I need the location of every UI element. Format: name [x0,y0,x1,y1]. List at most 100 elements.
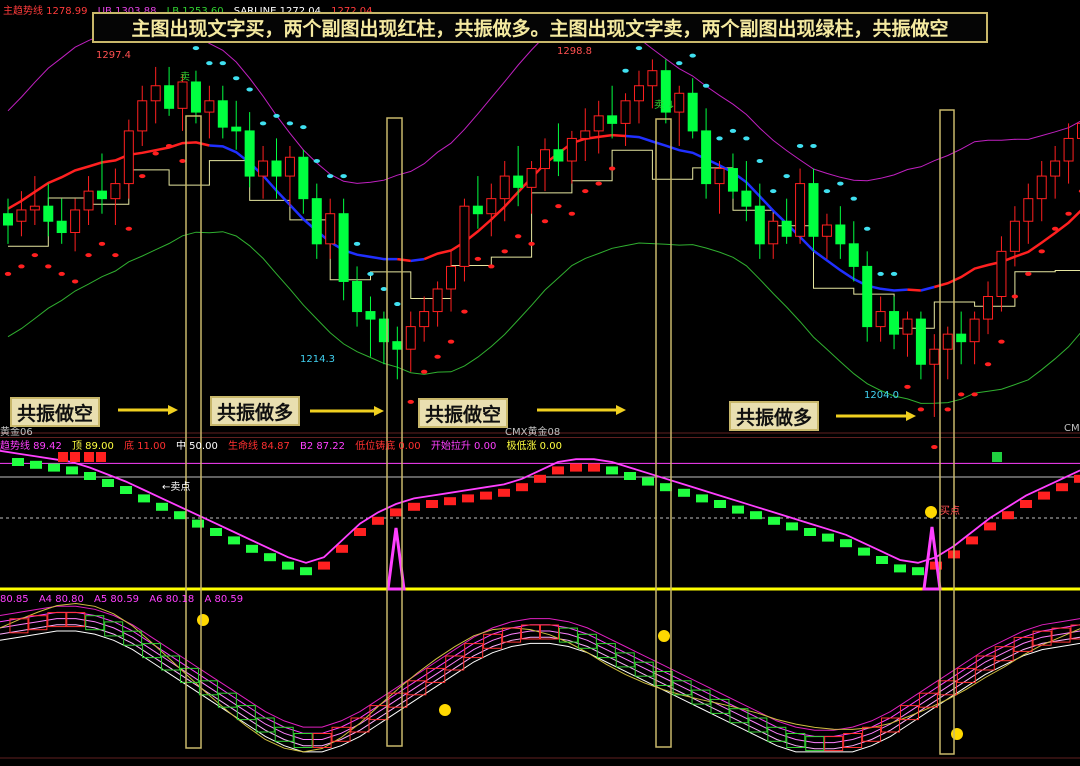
sub1-header-item-7: 开始拉升 0.00 [431,441,496,452]
candle-down [608,116,617,124]
sar-dot [810,144,816,148]
sub1-bar-down [642,478,654,486]
candle-up [460,206,469,266]
candle-up [1024,199,1033,222]
price-label-high2: 1298.8 [557,46,592,57]
sar-dot [515,234,521,238]
candle-down [863,266,872,326]
sub1-bar-up [984,522,996,530]
candle-up [71,210,80,233]
sub2-header-item-2: A5 80.59 [94,594,139,605]
sub1-bar-down [102,479,114,487]
candle-up [527,169,536,188]
sub1-bar-down [282,562,294,570]
smiley-icon-3 [951,728,963,740]
signal-arrowhead-1 [374,406,384,416]
sub1-bar-down [228,536,240,544]
signal-tag-short-2: 共振做空 [418,398,508,428]
signal-arrowhead-0 [168,405,178,415]
sar-dot [1012,295,1018,299]
sub1-bar-up [336,545,348,553]
candle-down [165,86,174,109]
candle-down [97,191,106,199]
sub2-header: 80.85 A4 80.80 A5 80.59 A6 80.18 A 80.59 [0,594,250,605]
candle-up [406,327,415,350]
price-label-low2: 1204.0 [864,390,899,401]
sub1-bar-down [732,506,744,514]
sar-dot [18,264,24,268]
sar-dot [837,182,843,186]
sar-dot [676,61,682,65]
sub1-bar-down [156,503,168,511]
sub1-bar-down [192,520,204,528]
sar-dot [314,159,320,163]
sar-dot [408,400,414,404]
sar-dot [569,212,575,216]
sub1-bar-up [1020,500,1032,508]
candle-down [809,184,818,237]
contract-label-right: CMX [1064,423,1080,434]
candle-up [567,138,576,161]
sar-dot [85,253,91,257]
sub1-bar-up [498,489,510,497]
sub2-header-item-0: 80.85 [0,594,29,605]
signal-tag-long-2: 共振做多 [729,401,819,431]
candle-down [514,176,523,187]
sar-dot [475,257,481,261]
sub1-header-item-3: 中 50.00 [176,441,218,452]
candle-down [473,206,482,214]
sar-dot [716,136,722,140]
contract-label-mid: CMX黄金08 [505,423,560,438]
candle-up [30,206,39,210]
signal-highlight-frame-1 [387,118,402,746]
sar-dot [851,197,857,201]
sar-dot [72,279,78,283]
sar-dot [354,242,360,246]
sub1-header-item-5: B2 87.22 [300,441,345,452]
sub1-bar-up [426,500,438,508]
trend-line-segment [908,290,921,291]
signal-arrowhead-3 [906,411,916,421]
trend-line-segment [934,210,1080,288]
sub1-bar-up [480,492,492,500]
candle-down [890,312,899,335]
sub1-bar-down [30,461,42,469]
candle-up [326,214,335,244]
sub1-header-item-6: 低位铸底 0.00 [355,441,420,452]
sub1-bar-down [606,466,618,474]
sar-dot [555,204,561,208]
candle-up [84,191,93,210]
sub1-bar-down [822,534,834,542]
sar-dot [166,144,172,148]
sub1-top-block [84,452,94,462]
candle-up [420,312,429,327]
sub1-bar-down [858,548,870,556]
candle-up [997,251,1006,296]
sub2-header-item-3: A6 80.18 [149,594,194,605]
sar-dot [139,174,145,178]
sar-dot [824,189,830,193]
candle-up [178,82,187,108]
sar-dot [998,340,1004,344]
sar-dot [193,46,199,50]
strategy-banner: 主图出现文字买，两个副图出现红柱，共振做多。主图出现文字卖，两个副图出现绿柱，共… [92,12,988,43]
sar-dot [394,302,400,306]
sar-dot [542,219,548,223]
candle-up [1037,176,1046,199]
sub1-bar-up [588,464,600,472]
candle-down [916,319,925,364]
sar-dot [206,61,212,65]
candle-down [312,199,321,244]
sub1-bar-up [1038,492,1050,500]
candle-up [285,157,294,176]
sub2-header-item-1: A4 80.80 [39,594,84,605]
sub1-bar-up [1002,511,1014,519]
sar-dot [703,84,709,88]
sub1-bar-up [372,517,384,525]
candle-down [245,131,254,176]
sar-dot [327,174,333,178]
sar-dot [797,144,803,148]
sar-dot [59,272,65,276]
candle-down [782,221,791,236]
sub1-header-item-1: 顶 89.00 [72,441,114,452]
